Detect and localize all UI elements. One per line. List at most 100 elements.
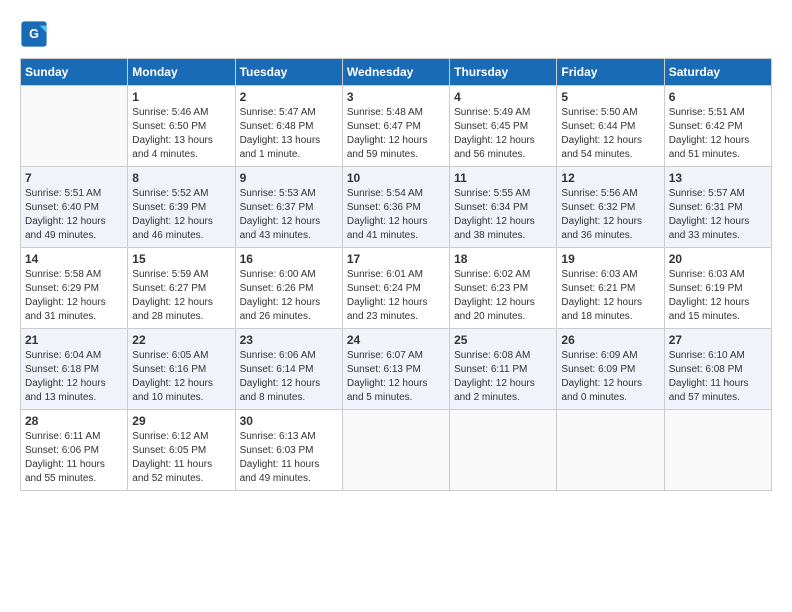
day-info: Sunrise: 5:51 AM Sunset: 6:40 PM Dayligh… (25, 187, 123, 243)
calendar-cell: 26Sunrise: 6:09 AM Sunset: 6:09 PM Dayli… (557, 329, 664, 410)
calendar-cell: 8 Sunrise: 5:52 AM Sunset: 6:39 PM Daylig… (128, 167, 235, 248)
day-info: Sunrise: 5:46 AM Sunset: 6:50 PM Dayligh… (132, 106, 230, 162)
calendar-cell: 17 Sunrise: 6:01 AM Sunset: 6:24 PM Dayli… (342, 248, 449, 329)
day-number: 4 (454, 90, 552, 104)
day-info: Sunrise: 6:11 AM Sunset: 6:06 PM Dayligh… (25, 430, 123, 486)
day-number: 8 (132, 171, 230, 185)
day-number: 6 (669, 90, 767, 104)
day-number: 15 (132, 252, 230, 266)
day-number: 30 (240, 414, 338, 428)
day-number: 2 (240, 90, 338, 104)
calendar-cell (664, 410, 771, 491)
day-number: 13 (669, 171, 767, 185)
day-info: Sunrise: 6:10 AM Sunset: 6:08 PM Dayligh… (669, 349, 767, 405)
calendar-cell: 5 Sunrise: 5:50 AM Sunset: 6:44 PM Daylig… (557, 86, 664, 167)
day-number: 24 (347, 333, 445, 347)
calendar-cell: 4 Sunrise: 5:49 AM Sunset: 6:45 PM Daylig… (450, 86, 557, 167)
day-info: Sunrise: 5:54 AM Sunset: 6:36 PM Dayligh… (347, 187, 445, 243)
calendar-cell: 15 Sunrise: 5:59 AM Sunset: 6:27 PM Dayli… (128, 248, 235, 329)
calendar-cell: 30 Sunrise: 6:13 AM Sunset: 6:03 PM Dayli… (235, 410, 342, 491)
calendar-cell: 27 Sunrise: 6:10 AM Sunset: 6:08 PM Dayli… (664, 329, 771, 410)
day-number: 7 (25, 171, 123, 185)
day-info: Sunrise: 6:13 AM Sunset: 6:03 PM Dayligh… (240, 430, 338, 486)
header-cell-monday: Monday (128, 59, 235, 86)
day-info: Sunrise: 5:47 AM Sunset: 6:48 PM Dayligh… (240, 106, 338, 162)
day-number: 29 (132, 414, 230, 428)
logo: G (20, 20, 52, 48)
calendar-table: SundayMondayTuesdayWednesdayThursdayFrid… (20, 58, 772, 491)
day-number: 1 (132, 90, 230, 104)
day-info: Sunrise: 6:03 AM Sunset: 6:19 PM Dayligh… (669, 268, 767, 324)
calendar-cell: 20 Sunrise: 6:03 AM Sunset: 6:19 PM Dayli… (664, 248, 771, 329)
day-info: Sunrise: 5:50 AM Sunset: 6:44 PM Dayligh… (561, 106, 659, 162)
calendar-row: 21Sunrise: 6:04 AM Sunset: 6:18 PM Dayli… (21, 329, 772, 410)
calendar-cell: 23Sunrise: 6:06 AM Sunset: 6:14 PM Dayli… (235, 329, 342, 410)
calendar-cell: 7 Sunrise: 5:51 AM Sunset: 6:40 PM Daylig… (21, 167, 128, 248)
calendar-cell: 1 Sunrise: 5:46 AM Sunset: 6:50 PM Daylig… (128, 86, 235, 167)
day-number: 12 (561, 171, 659, 185)
day-info: Sunrise: 6:12 AM Sunset: 6:05 PM Dayligh… (132, 430, 230, 486)
day-number: 21 (25, 333, 123, 347)
calendar-cell: 11Sunrise: 5:55 AM Sunset: 6:34 PM Dayli… (450, 167, 557, 248)
calendar-cell (21, 86, 128, 167)
day-info: Sunrise: 6:01 AM Sunset: 6:24 PM Dayligh… (347, 268, 445, 324)
calendar-cell: 18Sunrise: 6:02 AM Sunset: 6:23 PM Dayli… (450, 248, 557, 329)
day-info: Sunrise: 6:02 AM Sunset: 6:23 PM Dayligh… (454, 268, 552, 324)
calendar-cell: 19Sunrise: 6:03 AM Sunset: 6:21 PM Dayli… (557, 248, 664, 329)
day-number: 11 (454, 171, 552, 185)
day-number: 17 (347, 252, 445, 266)
svg-text:G: G (29, 27, 39, 41)
calendar-cell: 16Sunrise: 6:00 AM Sunset: 6:26 PM Dayli… (235, 248, 342, 329)
calendar-cell: 9 Sunrise: 5:53 AM Sunset: 6:37 PM Daylig… (235, 167, 342, 248)
calendar-cell: 28 Sunrise: 6:11 AM Sunset: 6:06 PM Dayli… (21, 410, 128, 491)
day-info: Sunrise: 5:53 AM Sunset: 6:37 PM Dayligh… (240, 187, 338, 243)
calendar-cell: 25Sunrise: 6:08 AM Sunset: 6:11 PM Dayli… (450, 329, 557, 410)
day-number: 16 (240, 252, 338, 266)
day-info: Sunrise: 6:03 AM Sunset: 6:21 PM Dayligh… (561, 268, 659, 324)
calendar-cell: 22Sunrise: 6:05 AM Sunset: 6:16 PM Dayli… (128, 329, 235, 410)
calendar-row: 1 Sunrise: 5:46 AM Sunset: 6:50 PM Daylig… (21, 86, 772, 167)
day-number: 28 (25, 414, 123, 428)
header-cell-thursday: Thursday (450, 59, 557, 86)
calendar-cell: 2 Sunrise: 5:47 AM Sunset: 6:48 PM Daylig… (235, 86, 342, 167)
calendar-cell: 14 Sunrise: 5:58 AM Sunset: 6:29 PM Dayli… (21, 248, 128, 329)
calendar-body: 1 Sunrise: 5:46 AM Sunset: 6:50 PM Daylig… (21, 86, 772, 491)
day-info: Sunrise: 6:08 AM Sunset: 6:11 PM Dayligh… (454, 349, 552, 405)
logo-icon: G (20, 20, 48, 48)
day-info: Sunrise: 5:56 AM Sunset: 6:32 PM Dayligh… (561, 187, 659, 243)
day-info: Sunrise: 6:06 AM Sunset: 6:14 PM Dayligh… (240, 349, 338, 405)
day-number: 20 (669, 252, 767, 266)
day-info: Sunrise: 6:05 AM Sunset: 6:16 PM Dayligh… (132, 349, 230, 405)
day-number: 27 (669, 333, 767, 347)
day-info: Sunrise: 5:52 AM Sunset: 6:39 PM Dayligh… (132, 187, 230, 243)
day-info: Sunrise: 6:07 AM Sunset: 6:13 PM Dayligh… (347, 349, 445, 405)
day-info: Sunrise: 5:58 AM Sunset: 6:29 PM Dayligh… (25, 268, 123, 324)
day-info: Sunrise: 5:51 AM Sunset: 6:42 PM Dayligh… (669, 106, 767, 162)
day-number: 14 (25, 252, 123, 266)
day-info: Sunrise: 5:59 AM Sunset: 6:27 PM Dayligh… (132, 268, 230, 324)
page-header: G (20, 20, 772, 48)
calendar-header: SundayMondayTuesdayWednesdayThursdayFrid… (21, 59, 772, 86)
calendar-cell: 12 Sunrise: 5:56 AM Sunset: 6:32 PM Dayli… (557, 167, 664, 248)
calendar-cell (557, 410, 664, 491)
calendar-row: 28 Sunrise: 6:11 AM Sunset: 6:06 PM Dayli… (21, 410, 772, 491)
day-number: 10 (347, 171, 445, 185)
calendar-cell: 24 Sunrise: 6:07 AM Sunset: 6:13 PM Dayli… (342, 329, 449, 410)
header-cell-tuesday: Tuesday (235, 59, 342, 86)
day-number: 9 (240, 171, 338, 185)
calendar-cell (450, 410, 557, 491)
calendar-cell (342, 410, 449, 491)
day-info: Sunrise: 5:49 AM Sunset: 6:45 PM Dayligh… (454, 106, 552, 162)
calendar-cell: 29 Sunrise: 6:12 AM Sunset: 6:05 PM Dayli… (128, 410, 235, 491)
day-info: Sunrise: 5:57 AM Sunset: 6:31 PM Dayligh… (669, 187, 767, 243)
calendar-cell: 3Sunrise: 5:48 AM Sunset: 6:47 PM Daylig… (342, 86, 449, 167)
header-cell-sunday: Sunday (21, 59, 128, 86)
day-number: 5 (561, 90, 659, 104)
calendar-row: 14 Sunrise: 5:58 AM Sunset: 6:29 PM Dayli… (21, 248, 772, 329)
header-cell-saturday: Saturday (664, 59, 771, 86)
header-cell-wednesday: Wednesday (342, 59, 449, 86)
calendar-row: 7 Sunrise: 5:51 AM Sunset: 6:40 PM Daylig… (21, 167, 772, 248)
day-info: Sunrise: 6:09 AM Sunset: 6:09 PM Dayligh… (561, 349, 659, 405)
header-row: SundayMondayTuesdayWednesdayThursdayFrid… (21, 59, 772, 86)
calendar-cell: 10 Sunrise: 5:54 AM Sunset: 6:36 PM Dayli… (342, 167, 449, 248)
